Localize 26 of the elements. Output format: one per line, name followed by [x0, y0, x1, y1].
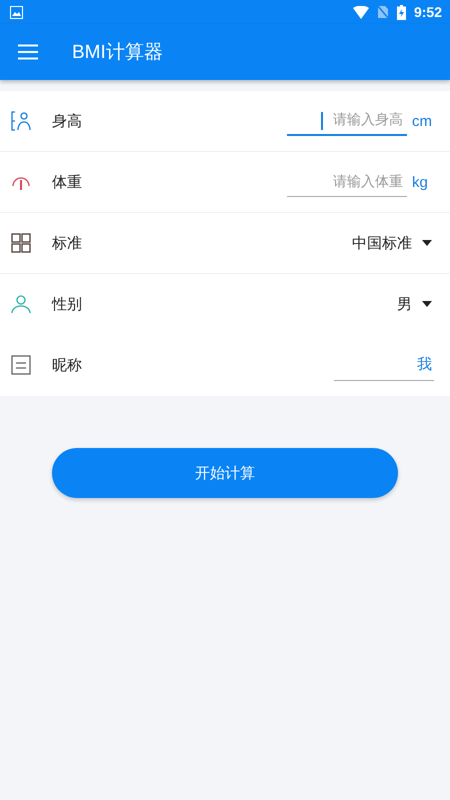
dropdown[interactable]: 中国标准: [352, 234, 434, 252]
field-label: 体重: [52, 172, 83, 192]
input-field[interactable]: 请输入体重: [287, 167, 407, 197]
grid-icon: [11, 233, 31, 253]
menu-button[interactable]: [18, 44, 38, 60]
caret-icon: [422, 301, 432, 307]
dropdown[interactable]: 男: [397, 294, 434, 314]
person-ruler-icon: [11, 111, 31, 131]
field-label: 身高: [52, 112, 83, 130]
input-field[interactable]: 请输入身高: [287, 106, 407, 136]
status-time: 9:52: [414, 4, 442, 20]
unit-label: cm: [412, 112, 433, 130]
person-icon: [11, 294, 31, 314]
field-label: 性别: [52, 294, 83, 314]
field-label: 昵称: [52, 356, 83, 374]
battery-charging-icon: [396, 4, 406, 20]
no-sim-icon: [376, 5, 389, 19]
field-label: 标准: [52, 234, 83, 252]
unit-label: kg: [412, 174, 429, 190]
wifi-icon: [352, 6, 369, 18]
note-icon: [11, 355, 31, 375]
app-title: BMI计算器: [72, 41, 163, 65]
calculate-button[interactable]: 开始计算: [52, 448, 398, 498]
image-icon: [10, 6, 23, 18]
input-field[interactable]: 我: [334, 350, 434, 380]
caret-icon: [422, 240, 432, 246]
